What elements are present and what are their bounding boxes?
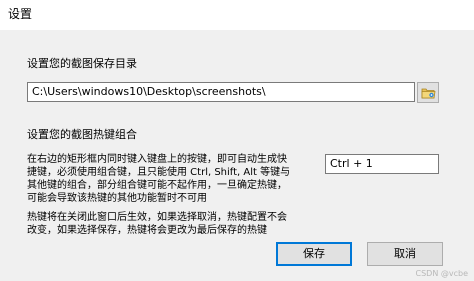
title-bar: 设置 [0, 0, 474, 30]
window-title: 设置 [8, 7, 33, 21]
watermark: CSDN @vcbe [415, 269, 468, 278]
hotkey-description-line: 在右边的矩形框内同时键入键盘上的按键，即可自动生成快 [27, 154, 287, 165]
hotkey-input[interactable]: Ctrl + 1 [325, 154, 439, 174]
hotkey-label: 设置您的截图热键组合 [27, 128, 137, 141]
save-button[interactable]: 保存 [276, 242, 352, 266]
save-path-field[interactable]: C:\Users\windows10\Desktop\screenshots\ [27, 82, 415, 102]
note-line: 热键将在关闭此窗口后生效，如果选择取消，热键配置不会 [27, 212, 287, 223]
folder-icon [421, 88, 436, 99]
save-dir-label: 设置您的截图保存目录 [27, 57, 137, 70]
hotkey-description-line: 可能会导致该热键的其他功能暂时不可用 [27, 193, 207, 204]
browse-folder-button[interactable] [417, 82, 439, 103]
hotkey-description-line: 捷键，必须使用组合键，且只能使用 Ctrl, Shift, Alt 等键与 [27, 167, 291, 178]
cancel-button[interactable]: 取消 [367, 242, 443, 266]
hotkey-description-line: 其他键的组合，部分组合键可能不起作用，一旦确定热键， [27, 180, 287, 191]
note-line: 改变，如果选择保存，热键将会更改为最后保存的热键 [27, 225, 267, 236]
